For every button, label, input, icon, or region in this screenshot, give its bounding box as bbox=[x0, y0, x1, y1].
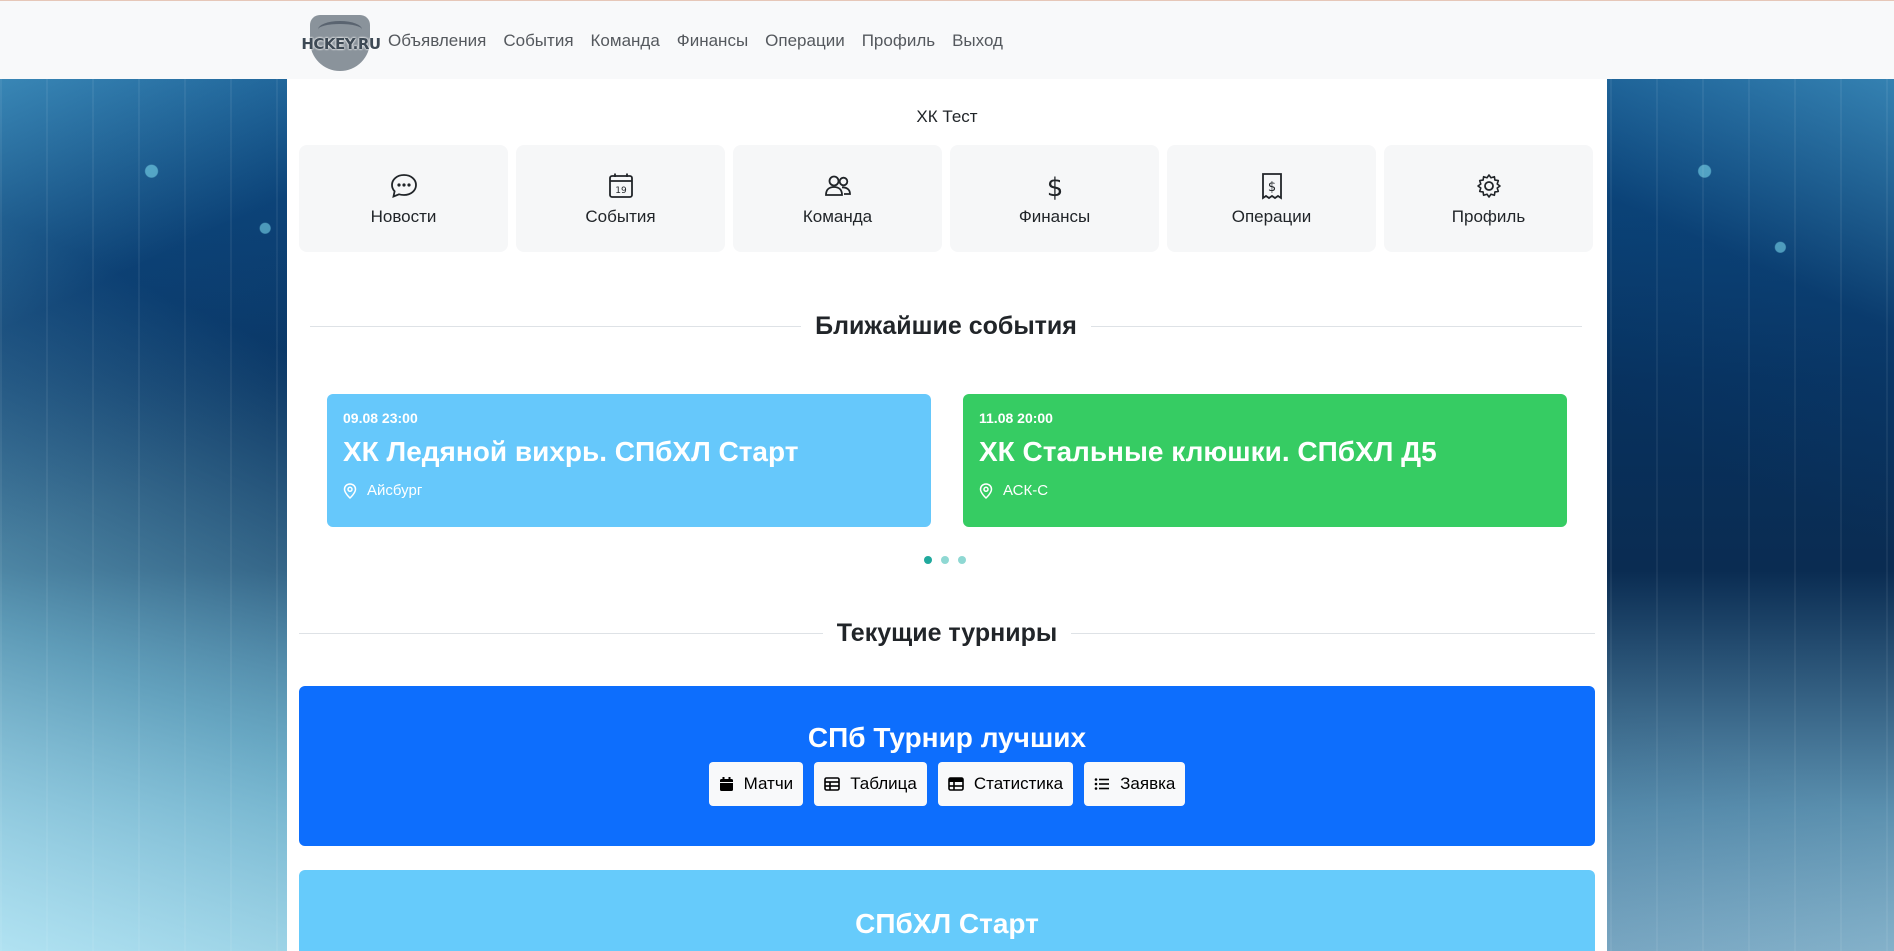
logo-text: HCKEY.RU bbox=[301, 34, 381, 53]
tile-label: Операции bbox=[1231, 206, 1312, 226]
tile-events[interactable]: 19 События bbox=[516, 145, 725, 252]
calendar-fill-icon bbox=[719, 777, 733, 791]
list-icon bbox=[1094, 778, 1110, 790]
event-date: 11.08 20:00 bbox=[979, 410, 1053, 426]
top-navbar: HCKEY.RU Объявления События Команда Фина… bbox=[0, 0, 1894, 79]
table-icon bbox=[824, 777, 840, 791]
dollar-icon: $ bbox=[1046, 173, 1063, 201]
carousel-dot[interactable] bbox=[924, 556, 932, 564]
tournament-card: СПб Турнир лучших Матчи Таблица Статисти… bbox=[299, 686, 1595, 846]
nav-link-announcements[interactable]: Объявления bbox=[388, 31, 486, 51]
upcoming-events-header: Ближайшие события bbox=[287, 311, 1607, 341]
button-label: Заявка bbox=[1120, 774, 1176, 793]
quick-nav-tiles: Новости 19 События Команда $ Финансы $ О… bbox=[299, 145, 1595, 252]
tile-label: События bbox=[585, 206, 656, 226]
divider bbox=[1090, 325, 1582, 327]
table-button[interactable]: Таблица bbox=[814, 762, 927, 806]
events-carousel: 09.08 23:00 ХК Ледяной вихрь. СПбХЛ Стар… bbox=[327, 394, 1567, 528]
calendar-icon: 19 bbox=[608, 173, 633, 198]
carousel-dot[interactable] bbox=[958, 556, 966, 564]
tile-team[interactable]: Команда bbox=[733, 145, 942, 252]
location-pin-icon bbox=[343, 482, 357, 499]
button-label: Статистика bbox=[973, 774, 1064, 793]
nav-link-profile[interactable]: Профиль bbox=[862, 31, 935, 51]
tournament-name[interactable]: СПб Турнир лучших bbox=[299, 722, 1595, 754]
tile-label: Новости bbox=[370, 206, 437, 226]
matches-button[interactable]: Матчи bbox=[708, 762, 804, 806]
event-title: ХК Стальные клюшки. СПбХЛ Д5 bbox=[979, 436, 1437, 467]
people-icon bbox=[824, 175, 851, 196]
button-label: Матчи bbox=[743, 774, 794, 793]
section-title: Ближайшие события bbox=[815, 311, 1077, 340]
tile-label: Команда bbox=[802, 206, 873, 226]
event-card[interactable]: 11.08 20:00 ХК Стальные клюшки. СПбХЛ Д5… bbox=[963, 394, 1567, 527]
button-label: Таблица bbox=[850, 774, 917, 793]
section-title: Текущие турниры bbox=[836, 618, 1058, 647]
spreadsheet-icon bbox=[948, 777, 964, 791]
event-place: Айсбург bbox=[367, 482, 423, 499]
divider bbox=[310, 325, 802, 327]
event-title: ХК Ледяной вихрь. СПбХЛ Старт bbox=[343, 436, 799, 467]
carousel-dot[interactable] bbox=[941, 556, 949, 564]
gear-icon bbox=[1476, 173, 1501, 198]
team-name: ХК Тест bbox=[916, 107, 978, 126]
chat-dots-icon bbox=[390, 173, 417, 198]
tile-label: Финансы bbox=[1018, 206, 1091, 226]
tile-profile[interactable]: Профиль bbox=[1384, 145, 1593, 252]
divider bbox=[299, 632, 823, 634]
nav-link-team[interactable]: Команда bbox=[591, 31, 660, 51]
site-logo[interactable]: HCKEY.RU bbox=[300, 9, 382, 73]
tile-label: Профиль bbox=[1451, 206, 1526, 226]
tournament-name[interactable]: СПбХЛ Старт bbox=[299, 908, 1595, 940]
statistics-button[interactable]: Статистика bbox=[937, 762, 1074, 806]
nav-link-finance[interactable]: Финансы bbox=[677, 31, 748, 51]
event-place: АСК-С bbox=[1003, 482, 1049, 499]
tile-finance[interactable]: $ Финансы bbox=[950, 145, 1159, 252]
tile-operations[interactable]: $ Операции bbox=[1167, 145, 1376, 252]
svg-text:$: $ bbox=[1267, 180, 1275, 195]
location-pin-icon bbox=[979, 482, 993, 499]
svg-text:19: 19 bbox=[615, 186, 627, 196]
nav-link-events[interactable]: События bbox=[503, 31, 573, 51]
carousel-indicators bbox=[924, 556, 966, 564]
divider bbox=[1071, 632, 1595, 634]
application-button[interactable]: Заявка bbox=[1084, 762, 1186, 806]
receipt-icon: $ bbox=[1261, 172, 1282, 200]
svg-text:$: $ bbox=[1046, 173, 1063, 201]
event-card[interactable]: 09.08 23:00 ХК Ледяной вихрь. СПбХЛ Стар… bbox=[327, 394, 931, 527]
nav-link-operations[interactable]: Операции bbox=[765, 31, 845, 51]
nav-link-logout[interactable]: Выход bbox=[952, 31, 1003, 51]
tile-news[interactable]: Новости bbox=[299, 145, 508, 252]
main-container: ХК Тест Новости 19 События Команда $ Фин… bbox=[287, 79, 1607, 951]
tournament-card: СПбХЛ Старт bbox=[299, 870, 1595, 951]
event-date: 09.08 23:00 bbox=[343, 410, 418, 426]
tournaments-header: Текущие турниры bbox=[287, 618, 1607, 648]
